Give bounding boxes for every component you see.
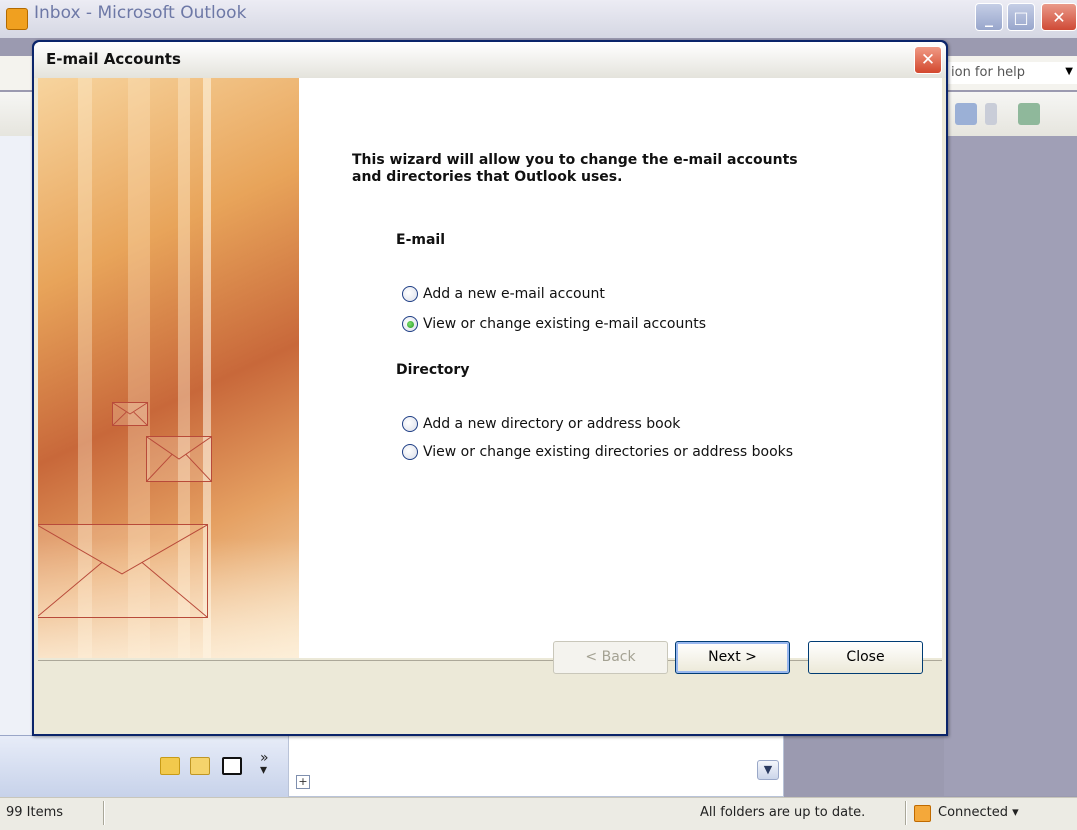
- dialog-button-bar: [38, 660, 942, 732]
- envelope-small-icon: [112, 402, 148, 426]
- radio-button[interactable]: [402, 416, 418, 432]
- help-search-input[interactable]: ion for help ▼: [944, 62, 1077, 84]
- scroll-down-arrow-icon[interactable]: ▼: [757, 760, 779, 780]
- dialog-frame: E-mail Accounts ✕ This wizard will allow…: [34, 42, 946, 734]
- window-close-button[interactable]: ✕: [1041, 3, 1077, 31]
- status-items-count: 99 Items: [6, 805, 64, 820]
- message-list-bottom: [288, 735, 784, 797]
- radio-label: Add a new e-mail account: [423, 286, 605, 302]
- send-receive-icon[interactable]: [955, 103, 977, 125]
- radio-label: Add a new directory or address book: [423, 416, 681, 432]
- radio-label: View or change existing directories or a…: [423, 444, 794, 460]
- envelope-medium-icon: [146, 436, 212, 482]
- status-sync: All folders are up to date.: [700, 805, 866, 820]
- radio-view-change-directories[interactable]: View or change existing directories or a…: [402, 442, 793, 462]
- outlook-app-icon: [6, 8, 28, 30]
- help-dropdown-arrow-icon[interactable]: ▼: [1065, 66, 1073, 77]
- status-separator: [103, 801, 105, 825]
- outlook-window-title: Inbox - Microsoft Outlook: [34, 3, 247, 23]
- radio-view-change-email-accounts[interactable]: View or change existing e-mail accounts: [402, 314, 706, 334]
- configure-buttons-chevron-icon[interactable]: » ▾: [260, 751, 269, 777]
- directory-section-title: Directory: [396, 362, 470, 378]
- connection-status-menu[interactable]: Connected ▾: [938, 805, 1019, 820]
- navigation-pane: [0, 136, 36, 796]
- next-button[interactable]: Next >: [675, 641, 790, 674]
- back-button[interactable]: < Back: [553, 641, 668, 674]
- maximize-button[interactable]: □: [1007, 3, 1035, 31]
- folder-list-icon[interactable]: [190, 757, 210, 775]
- connection-status-icon: [914, 805, 931, 822]
- shortcuts-icon[interactable]: [222, 757, 242, 775]
- help-search-text: ion for help: [951, 65, 1026, 80]
- wizard-heading: This wizard will allow you to change the…: [352, 152, 798, 185]
- dialog-titlebar: E-mail Accounts ✕: [34, 42, 946, 78]
- radio-add-directory[interactable]: Add a new directory or address book: [402, 414, 680, 434]
- radio-button-selected[interactable]: [402, 316, 418, 332]
- email-accounts-dialog: E-mail Accounts ✕ This wizard will allow…: [32, 40, 948, 736]
- minimize-button[interactable]: _: [975, 3, 1003, 31]
- address-book-icon[interactable]: [1018, 103, 1040, 125]
- dialog-close-icon[interactable]: ✕: [914, 46, 942, 74]
- navigation-pane-buttons: [0, 735, 288, 797]
- status-separator: [905, 801, 907, 825]
- radio-button[interactable]: [402, 444, 418, 460]
- radio-label: View or change existing e-mail accounts: [423, 316, 707, 332]
- toolbar-overflow-icon[interactable]: [985, 103, 997, 125]
- reading-pane: [944, 136, 1077, 796]
- envelope-large-icon: [38, 524, 208, 618]
- email-section-title: E-mail: [396, 232, 446, 248]
- radio-add-email-account[interactable]: Add a new e-mail account: [402, 284, 605, 304]
- close-button[interactable]: Close: [808, 641, 923, 674]
- wizard-page: This wizard will allow you to change the…: [38, 78, 942, 658]
- wizard-artwork: [38, 78, 299, 658]
- dialog-title: E-mail Accounts: [46, 50, 181, 68]
- notes-icon[interactable]: [160, 757, 180, 775]
- radio-button[interactable]: [402, 286, 418, 302]
- expand-group-icon[interactable]: +: [296, 775, 310, 789]
